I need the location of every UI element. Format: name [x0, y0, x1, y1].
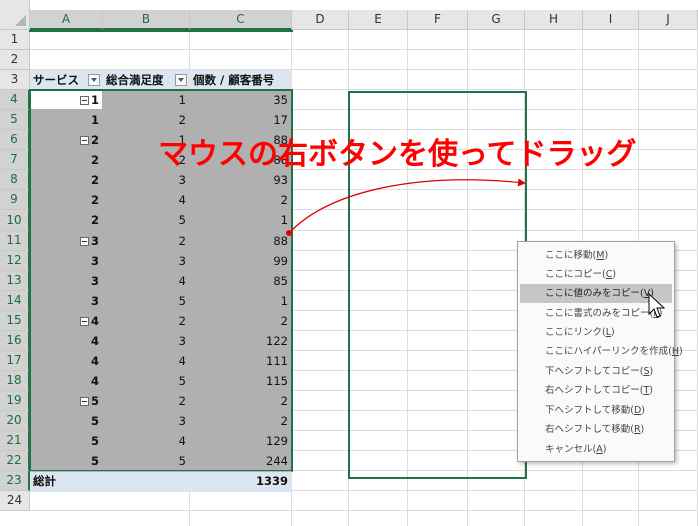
spreadsheet-window: ABCDEFGHIJ 1 2 3 4 5 6 7 8 9 10 11 12 13 14 15 16 17 18 19… — [0, 0, 698, 526]
mouse-pointer-icon — [648, 292, 666, 318]
cursor-overlay — [648, 292, 666, 318]
